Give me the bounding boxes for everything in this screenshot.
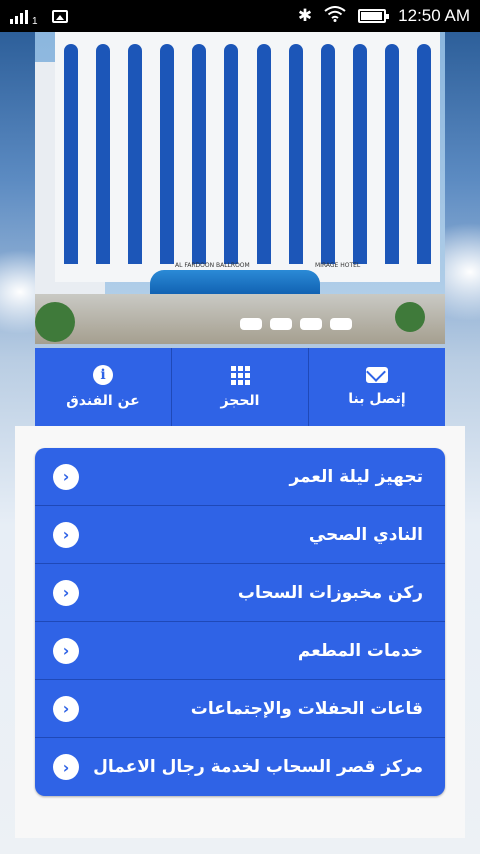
hotel-hero-image: AL FARDOON BALLROOM MIRAGE HOTEL xyxy=(35,32,445,344)
signal-icon xyxy=(10,8,28,24)
chevron-right-icon: › xyxy=(53,637,79,664)
menu-item-bakery[interactable]: ركن مخبوزات السحاب › xyxy=(35,564,445,622)
car xyxy=(270,318,292,330)
menu-item-label: ركن مخبوزات السحاب xyxy=(237,582,423,603)
menu-item-label: خدمات المطعم xyxy=(297,640,423,661)
chevron-right-icon: › xyxy=(53,579,79,606)
tree xyxy=(395,302,425,332)
chevron-right-icon: › xyxy=(53,754,79,780)
menu-item-wedding-night[interactable]: تجهيز ليلة العمر › xyxy=(35,448,445,506)
hotel-building xyxy=(55,32,440,282)
info-icon: i xyxy=(93,365,113,385)
clock: 12:50 AM xyxy=(398,6,470,25)
contact-us-label: إتصل بنا xyxy=(348,391,406,407)
chevron-right-icon: › xyxy=(53,463,79,490)
car xyxy=(240,318,262,330)
image-notification-icon xyxy=(51,9,68,23)
about-hotel-button[interactable]: i عن الفندق xyxy=(35,348,171,426)
menu-item-label: تجهيز ليلة العمر xyxy=(289,466,423,487)
car xyxy=(300,318,322,330)
wifi-icon xyxy=(324,5,346,27)
booking-button[interactable]: الحجز xyxy=(171,348,308,426)
action-bar: i عن الفندق الحجز إتصل بنا xyxy=(35,348,445,426)
menu-item-label: قاعات الحفلات والإجتماعات xyxy=(190,698,423,719)
grid-icon xyxy=(230,365,250,385)
booking-label: الحجز xyxy=(220,392,260,409)
menu-item-label: النادي الصحي xyxy=(308,524,423,545)
hotel-sign: MIRAGE HOTEL xyxy=(315,262,361,269)
menu-item-label: مركز قصر السحاب لخدمة رجال الاعمال xyxy=(93,757,423,777)
battery-icon xyxy=(358,9,390,23)
sim-number: 1 xyxy=(32,15,38,27)
about-hotel-label: عن الفندق xyxy=(66,393,140,409)
mail-icon xyxy=(366,367,388,383)
entrance-canopy xyxy=(150,270,320,296)
chevron-right-icon: › xyxy=(53,695,79,722)
status-bar: 1 ✱ 12:50 AM xyxy=(0,0,480,32)
menu-item-health-club[interactable]: النادي الصحي › xyxy=(35,506,445,564)
chevron-right-icon: › xyxy=(53,521,79,548)
bluetooth-icon: ✱ xyxy=(297,6,313,25)
menu-item-business-center[interactable]: مركز قصر السحاب لخدمة رجال الاعمال › xyxy=(35,738,445,796)
services-menu: تجهيز ليلة العمر › النادي الصحي › ركن مخ… xyxy=(35,448,445,796)
car xyxy=(330,318,352,330)
menu-item-restaurant[interactable]: خدمات المطعم › xyxy=(35,622,445,680)
contact-us-button[interactable]: إتصل بنا xyxy=(308,348,445,426)
ballroom-sign: AL FARDOON BALLROOM xyxy=(175,262,250,269)
tree xyxy=(35,302,75,342)
menu-item-halls[interactable]: قاعات الحفلات والإجتماعات › xyxy=(35,680,445,738)
